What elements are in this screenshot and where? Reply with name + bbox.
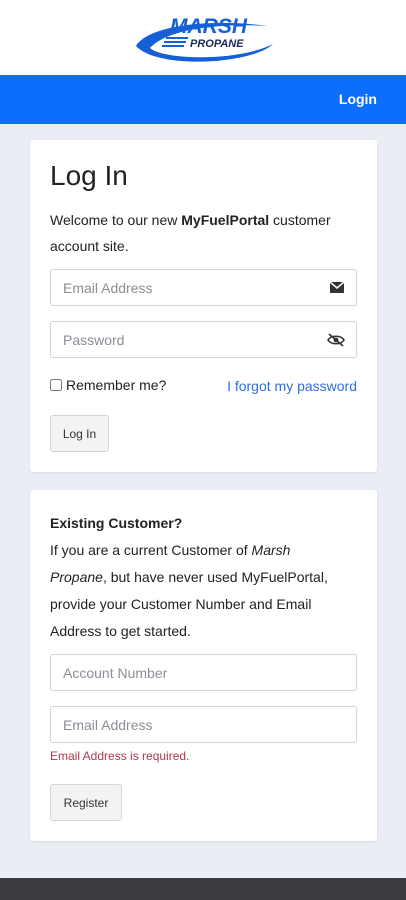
remember-me-checkbox[interactable] (50, 379, 62, 391)
register-button[interactable]: Register (50, 784, 122, 821)
register-card: Existing Customer? If you are a current … (30, 490, 377, 841)
eye-slash-icon (326, 332, 345, 347)
footer (0, 878, 406, 900)
desc-part-1: If you are a current Customer of (50, 542, 252, 558)
register-description: If you are a current Customer of Marsh P… (50, 537, 350, 645)
account-number-input[interactable] (50, 654, 357, 691)
email-error-message: Email Address is required. (50, 749, 190, 763)
register-email-input[interactable] (50, 706, 357, 743)
forgot-password-link[interactable]: I forgot my password (227, 378, 357, 394)
header: MARSH PROPANE (0, 0, 406, 75)
navbar: Login (0, 75, 406, 124)
email-addon (317, 269, 357, 306)
welcome-prefix: Welcome to our new (50, 212, 182, 228)
welcome-brand: MyFuelPortal (181, 212, 270, 228)
page-title: Log In (50, 160, 128, 191)
remember-me-label: Remember me? (66, 377, 167, 393)
envelope-icon (329, 282, 344, 293)
register-title: Existing Customer? (50, 515, 183, 531)
login-email-input[interactable] (50, 269, 318, 306)
email-input-group (50, 269, 357, 306)
welcome-text: Welcome to our new MyFuelPortal customer… (50, 207, 360, 259)
login-password-input[interactable] (50, 321, 316, 358)
login-button[interactable]: Log In (50, 415, 109, 452)
nav-login-link[interactable]: Login (339, 91, 377, 107)
logo-text-top: MARSH (170, 15, 248, 38)
remember-me[interactable]: Remember me? (50, 377, 166, 393)
marsh-propane-logo[interactable]: MARSH PROPANE (128, 8, 278, 66)
password-toggle[interactable] (315, 321, 357, 358)
password-input-group (50, 321, 357, 358)
login-card: Log In Welcome to our new MyFuelPortal c… (30, 140, 377, 472)
logo-text-bottom: PROPANE (190, 38, 244, 50)
